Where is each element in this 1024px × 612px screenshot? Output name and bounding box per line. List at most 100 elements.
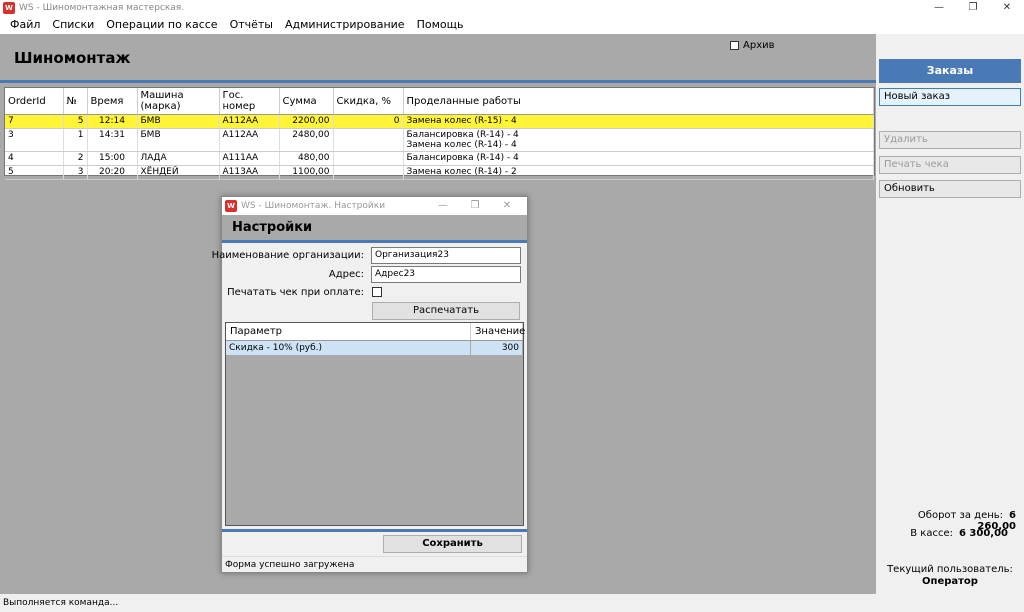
table-row[interactable]: 4 2 15:00 ЛАДА А111АА 480,00 Балансировк… [5,151,874,166]
cell-sum: 1100,00 [279,165,334,180]
header-divider [0,80,876,83]
table-row[interactable]: Скидка - 10% (руб.) 300 [226,340,523,355]
cell-discount [333,128,404,152]
save-button[interactable]: Сохранить [383,535,522,553]
print-receipt-button[interactable]: Печать чека [879,156,1021,174]
col-time[interactable]: Время [87,88,138,115]
cell-number: 3 [63,165,88,180]
current-user-value: Оператор [922,576,978,587]
app-icon: W [3,2,15,14]
cell-plate: А112АА [219,114,280,129]
work-item: Балансировка (R-14) - 4 [406,130,519,140]
window-titlebar: W WS - Шиномонтажная мастерская. — ❐ ✕ [0,0,1024,16]
dialog-close-icon[interactable]: ✕ [491,197,523,215]
cell-param-value[interactable]: 300 [470,340,523,355]
refresh-button[interactable]: Обновить [879,180,1021,198]
dialog-titlebar: W WS - Шиномонтаж. Настройки — ❐ ✕ [222,197,527,215]
dialog-minimize-icon[interactable]: — [427,197,459,215]
col-discount[interactable]: Скидка, % [333,88,404,115]
cash-row: В кассе: 6 300,00 [910,528,1008,539]
dialog-header: Настройки [222,215,527,240]
settings-dialog: W WS - Шиномонтаж. Настройки — ❐ ✕ Настр… [212,196,528,573]
delete-button[interactable]: Удалить [879,131,1021,149]
print-on-pay-label: Печатать чек при оплате: [227,287,364,298]
cell-car: ХЁНДЕЙ [137,165,220,180]
orders-grid[interactable]: OrderId № Время Машина (марка) Гос. номе… [4,87,875,180]
cell-works: Балансировка (R-14) - 4 [403,151,874,166]
menu-cash-operations[interactable]: Операции по кассе [100,16,223,34]
dialog-footer-divider [222,529,527,532]
dialog-app-icon: W [225,200,237,212]
new-order-button[interactable]: Новый заказ [879,88,1021,106]
cell-number: 1 [63,128,88,152]
table-row[interactable]: 3 1 14:31 БМВ А112АА 2480,00 Балансировк… [5,128,874,152]
status-bar: Выполняется команда... [0,594,1024,612]
address-label: Адрес: [328,269,364,280]
cell-sum: 480,00 [279,151,334,166]
cell-time: 12:14 [87,114,138,129]
menu-reports[interactable]: Отчёты [224,16,279,34]
cash-value: 6 300,00 [958,528,1008,539]
window-title: WS - Шиномонтажная мастерская. [19,3,185,13]
cell-param-name: Скидка - 10% (руб.) [226,340,471,355]
cell-sum: 2480,00 [279,128,334,152]
cell-number: 5 [63,114,88,129]
col-car[interactable]: Машина (марка) [137,88,220,115]
menu-help[interactable]: Помощь [411,16,470,34]
archive-checkbox[interactable] [730,41,739,50]
dialog-heading: Настройки [232,220,313,235]
work-item: Балансировка (R-14) - 4 [406,153,519,163]
col-plate[interactable]: Гос. номер [219,88,280,115]
current-user-label: Текущий пользователь: [887,564,1013,575]
cell-car: ЛАДА [137,151,220,166]
col-sum[interactable]: Сумма [279,88,334,115]
cell-discount [333,151,404,166]
dialog-maximize-icon[interactable]: ❐ [459,197,491,215]
menu-bar: Файл Списки Операции по кассе Отчёты Адм… [0,16,1024,34]
orders-panel-header: Заказы [879,59,1021,83]
cell-car: БМВ [137,128,220,152]
col-works[interactable]: Проделанные работы [403,88,874,115]
cell-discount [333,165,404,180]
cell-order-id: 5 [5,165,64,180]
minimize-icon[interactable]: — [922,0,956,16]
col-number[interactable]: № [63,88,88,115]
orders-side-panel: Заказы Новый заказ Удалить Печать чека О… [876,34,1024,594]
cell-discount: 0 [333,114,404,129]
org-name-label: Наименование организации: [211,250,364,261]
cell-plate: А112АА [219,128,280,152]
close-icon[interactable]: ✕ [990,0,1024,16]
menu-file[interactable]: Файл [4,16,46,34]
archive-label: Архив [743,40,775,51]
table-row[interactable]: 7 5 12:14 БМВ А112АА 2200,00 0 Замена ко… [5,114,874,129]
org-name-input[interactable]: Организация23 [371,247,521,264]
col-param-value[interactable]: Значение [470,323,525,341]
cell-works: Замена колес (R-14) - 2 [403,165,874,180]
work-item: Замена колес (R-14) - 2 [406,167,517,177]
menu-administration[interactable]: Администрирование [279,16,411,34]
restore-icon[interactable]: ❐ [956,0,990,16]
cell-order-id: 3 [5,128,64,152]
print-on-pay-checkbox[interactable] [372,287,382,297]
params-grid[interactable]: Параметр Значение Скидка - 10% (руб.) 30… [225,322,525,526]
dialog-status-bar: Форма успешно загружена [222,556,527,572]
menu-lists[interactable]: Списки [46,16,100,34]
work-item: Замена колес (R-14) - 4 [406,140,517,150]
archive-toggle[interactable]: Архив [730,40,775,51]
work-item: Замена колес (R-15) - 4 [406,116,517,126]
cell-time: 15:00 [87,151,138,166]
cell-number: 2 [63,151,88,166]
cell-sum: 2200,00 [279,114,334,129]
dialog-divider [222,240,527,243]
cell-order-id: 7 [5,114,64,129]
address-input[interactable]: Адрес23 [371,266,521,283]
col-order-id[interactable]: OrderId [5,88,64,115]
col-param-name[interactable]: Параметр [226,323,471,341]
cell-time: 20:20 [87,165,138,180]
cell-car: БМВ [137,114,220,129]
cash-label: В кассе: [910,528,953,539]
table-row[interactable]: 5 3 20:20 ХЁНДЕЙ А113АА 1100,00 Замена к… [5,165,874,180]
dialog-title: WS - Шиномонтаж. Настройки [241,201,386,211]
cell-plate: А113АА [219,165,280,180]
print-button[interactable]: Распечатать [372,302,520,320]
